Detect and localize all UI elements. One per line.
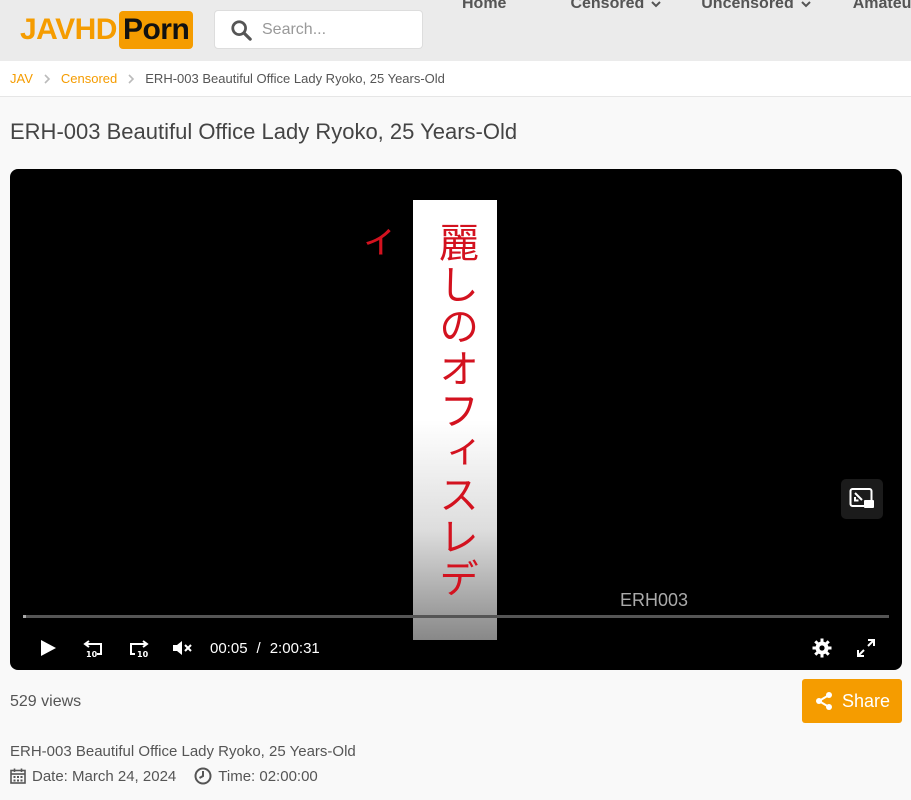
video-time-text: Time: 02:00:00: [218, 767, 318, 785]
breadcrumb-jav[interactable]: JAV: [10, 71, 33, 86]
video-current-time: 00:05: [210, 639, 248, 657]
play-button[interactable]: [24, 631, 72, 665]
site-logo[interactable]: JAVHD Porn: [20, 11, 194, 49]
settings-button[interactable]: [800, 631, 844, 665]
breadcrumb-censored[interactable]: Censored: [61, 71, 117, 86]
gear-icon: [812, 638, 832, 658]
logo-text-javhd: JAVHD: [20, 13, 117, 46]
breadcrumb-current: ERH-003 Beautiful Office Lady Ryoko, 25 …: [145, 71, 445, 86]
nav-amateur[interactable]: Amateur: [853, 0, 911, 16]
chevron-right-icon: [128, 73, 135, 84]
clock-icon: [194, 767, 212, 785]
main-nav: Home Censored Uncensored Amateur: [462, 0, 911, 16]
video-date-text: Date: March 24, 2024: [32, 767, 177, 785]
video-time: Time: 02:00:00: [194, 767, 318, 785]
fullscreen-icon: [857, 639, 875, 657]
share-button-label: Share: [841, 690, 891, 711]
share-icon: [815, 692, 832, 710]
chevron-right-icon: [44, 73, 51, 84]
nav-censored[interactable]: Censored: [570, 0, 661, 16]
video-time-display: 00:05 / 2:00:31: [210, 640, 320, 657]
page-title: ERH-003 Beautiful Office Lady Ryoko, 25 …: [10, 119, 518, 144]
time-separator: /: [256, 639, 261, 657]
video-date: Date: March 24, 2024: [10, 768, 176, 785]
video-title-card: 麗しのオフィスレディ: [348, 200, 497, 640]
nav-amateur-label: Amateur: [852, 0, 911, 12]
video-progress-bar[interactable]: [23, 615, 889, 618]
nav-uncensored-label: Uncensored: [701, 0, 794, 12]
chevron-down-icon: [801, 1, 811, 8]
view-count: 529 views: [10, 693, 82, 710]
video-duration: 2:00:31: [269, 639, 320, 657]
video-progress-fill: [23, 615, 27, 618]
volume-muted-icon: [173, 641, 192, 655]
forward-10-icon: 10: [130, 640, 149, 659]
video-meta: Date: March 24, 2024 Time: 02:00:00: [10, 767, 318, 785]
site-header: JAVHD Porn Home Censored Uncensored Amat…: [0, 0, 911, 61]
video-title-card-text: 麗しのオフィスレディ: [348, 222, 478, 600]
video-watermark: ERH003: [620, 590, 689, 610]
logo-text-porn: Porn: [118, 11, 194, 49]
rewind-10-icon: 10: [83, 640, 102, 659]
rewind-10-button[interactable]: 10: [72, 631, 116, 665]
chevron-down-icon: [651, 1, 661, 8]
search-icon[interactable]: [230, 19, 252, 41]
nav-censored-label: Censored: [570, 0, 645, 12]
forward-10-button[interactable]: 10: [116, 631, 160, 665]
calendar-icon: [10, 768, 26, 784]
fullscreen-button[interactable]: [844, 631, 888, 665]
play-icon: [41, 640, 56, 656]
video-description: ERH-003 Beautiful Office Lady Ryoko, 25 …: [10, 743, 356, 760]
video-player[interactable]: 麗しのオフィスレディ ERH003 10 10 00:05 / 2:00:31: [10, 169, 902, 670]
search-box: [214, 10, 423, 49]
mute-button[interactable]: [160, 631, 204, 665]
search-input[interactable]: [262, 20, 402, 39]
svg-text:10: 10: [137, 650, 149, 659]
nav-home[interactable]: Home: [462, 0, 506, 16]
share-button[interactable]: Share: [802, 679, 902, 723]
video-controls: 10 10 00:05 / 2:00:31: [10, 631, 902, 665]
svg-text:10: 10: [86, 650, 98, 659]
breadcrumb: JAV Censored ERH-003 Beautiful Office La…: [0, 61, 911, 97]
nav-uncensored[interactable]: Uncensored: [701, 0, 811, 16]
picture-in-picture-button[interactable]: [841, 479, 883, 519]
nav-home-label: Home: [462, 0, 507, 12]
picture-in-picture-icon: [849, 488, 874, 508]
